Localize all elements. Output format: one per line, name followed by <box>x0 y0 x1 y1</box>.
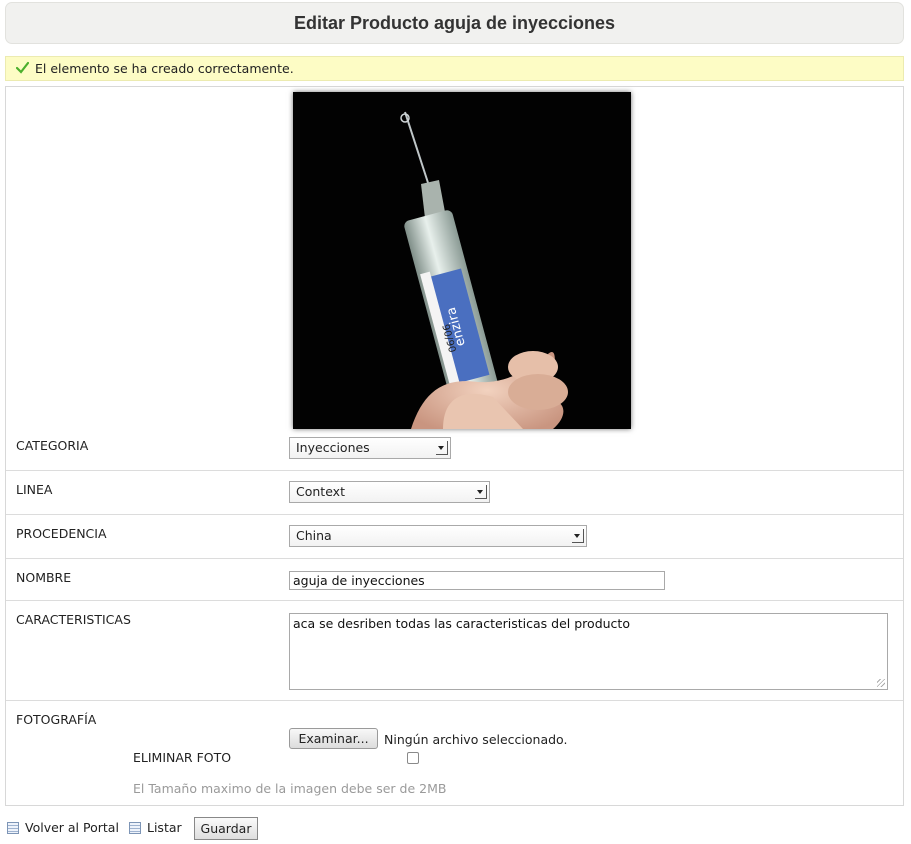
syringe-image: enzira 90/90 <box>293 92 631 429</box>
save-button[interactable]: Guardar <box>194 817 258 840</box>
chevron-down-icon <box>475 485 487 499</box>
divider <box>6 558 903 559</box>
chevron-down-icon <box>572 529 584 543</box>
product-form: enzira 90/90 CATEGORIA Inyecciones LINEA… <box>5 86 904 806</box>
eliminar-foto-checkbox[interactable] <box>407 752 419 764</box>
nombre-label: NOMBRE <box>16 570 72 585</box>
caracteristicas-label: CARACTERISTICAS <box>16 612 131 627</box>
chevron-down-icon <box>436 441 448 455</box>
image-size-hint: El Tamaño maximo de la imagen debe ser d… <box>133 781 447 796</box>
list-link[interactable]: Listar <box>147 820 182 835</box>
linea-value: Context <box>296 484 345 499</box>
checkmark-icon <box>16 61 29 74</box>
notice-message: El elemento se ha creado correctamente. <box>35 61 294 76</box>
linea-select[interactable]: Context <box>289 481 490 503</box>
list-icon <box>7 822 19 834</box>
list-icon <box>129 822 141 834</box>
procedencia-value: China <box>296 528 332 543</box>
browse-file-button[interactable]: Examinar... <box>289 728 378 749</box>
caracteristicas-value: aca se desriben todas las caracteristica… <box>293 616 630 631</box>
nombre-input[interactable]: aguja de inyecciones <box>289 571 665 590</box>
eliminar-foto-label: ELIMINAR FOTO <box>133 750 232 765</box>
categoria-label: CATEGORIA <box>16 438 89 453</box>
back-to-portal-link[interactable]: Volver al Portal <box>25 820 119 835</box>
resize-grip-icon[interactable] <box>877 679 885 687</box>
product-photo: enzira 90/90 <box>293 92 631 429</box>
file-status: Ningún archivo seleccionado. <box>384 732 568 747</box>
caracteristicas-textarea[interactable]: aca se desriben todas las caracteristica… <box>289 613 888 690</box>
procedencia-label: PROCEDENCIA <box>16 526 107 541</box>
divider <box>6 470 903 471</box>
categoria-select[interactable]: Inyecciones <box>289 437 451 459</box>
divider <box>6 700 903 701</box>
divider <box>6 600 903 601</box>
page-title: Editar Producto aguja de inyecciones <box>5 2 904 44</box>
categoria-value: Inyecciones <box>296 440 370 455</box>
success-notice: El elemento se ha creado correctamente. <box>5 56 904 81</box>
divider <box>6 514 903 515</box>
linea-label: LINEA <box>16 482 53 497</box>
procedencia-select[interactable]: China <box>289 525 587 547</box>
fotografia-label: FOTOGRAFÍA <box>16 712 97 727</box>
